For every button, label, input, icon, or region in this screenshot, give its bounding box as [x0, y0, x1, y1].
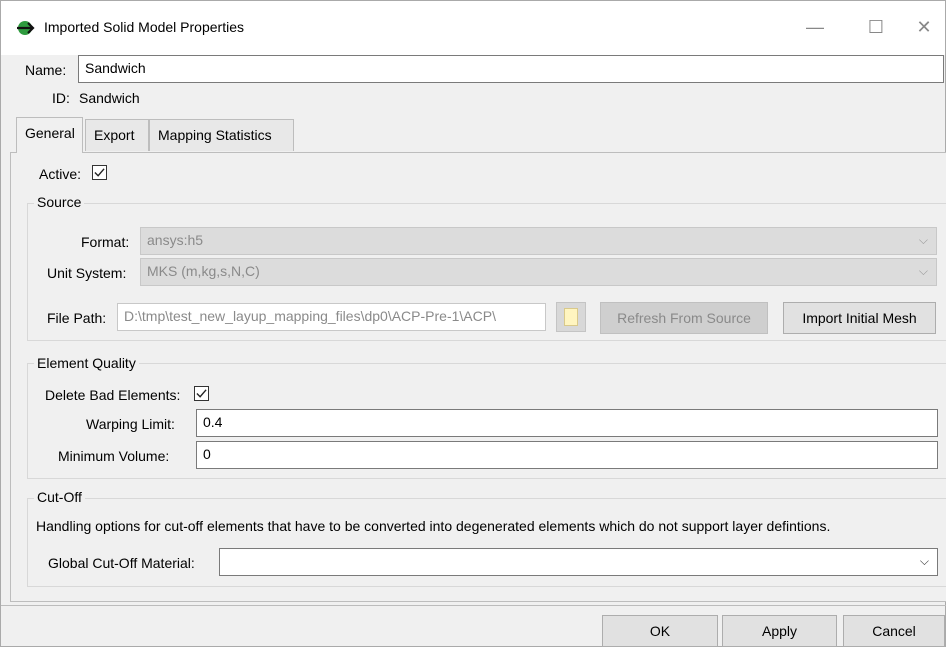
format-dropdown[interactable]: ansys:h5 ⌵: [140, 227, 937, 255]
cutoff-description: Handling options for cut-off elements th…: [36, 518, 831, 534]
maximize-icon: ☐: [867, 16, 885, 37]
close-icon: ✕: [916, 16, 932, 37]
chevron-down-icon: ⌵: [919, 554, 929, 568]
element-quality-group-title: Element Quality: [34, 355, 139, 371]
name-input-value: Sandwich: [85, 60, 146, 76]
chevron-down-icon: ⌵: [918, 264, 928, 278]
file-path-input[interactable]: D:\tmp\test_new_layup_mapping_files\dp0\…: [117, 303, 546, 331]
delete-bad-elements-label: Delete Bad Elements:: [45, 387, 181, 403]
warping-limit-input[interactable]: 0.4: [196, 409, 938, 437]
window-title: Imported Solid Model Properties: [44, 19, 244, 35]
file-path-value: D:\tmp\test_new_layup_mapping_files\dp0\…: [124, 308, 496, 324]
unit-system-label: Unit System:: [47, 265, 127, 281]
format-value: ansys:h5: [147, 232, 204, 248]
footer-divider: [1, 605, 946, 606]
ok-label: OK: [649, 623, 671, 639]
cancel-label: Cancel: [872, 623, 916, 639]
folder-icon: [564, 308, 578, 326]
name-label: Name:: [25, 62, 67, 78]
refresh-from-source-label: Refresh From Source: [617, 310, 751, 326]
apply-label: Apply: [761, 623, 798, 639]
import-initial-mesh-button[interactable]: Import Initial Mesh: [783, 302, 936, 334]
checkmark-icon: [196, 389, 207, 398]
unit-system-value: MKS (m,kg,s,N,C): [147, 263, 260, 279]
minimize-button[interactable]: —: [792, 9, 838, 45]
close-button[interactable]: ✕: [901, 9, 946, 45]
global-cutoff-material-label: Global Cut-Off Material:: [48, 555, 195, 571]
active-checkbox[interactable]: [92, 165, 107, 180]
minimum-volume-input[interactable]: 0: [196, 441, 938, 469]
app-icon: [17, 21, 35, 35]
refresh-from-source-button[interactable]: Refresh From Source: [600, 302, 768, 334]
cancel-button[interactable]: Cancel: [843, 615, 945, 647]
cutoff-group-title: Cut-Off: [34, 489, 85, 505]
ok-button[interactable]: OK: [602, 615, 718, 647]
import-initial-mesh-label: Import Initial Mesh: [802, 310, 917, 326]
tab-general[interactable]: General: [16, 117, 83, 153]
maximize-button[interactable]: ☐: [853, 9, 899, 45]
tab-export[interactable]: Export: [85, 119, 149, 151]
apply-button[interactable]: Apply: [722, 615, 837, 647]
id-value: Sandwich: [79, 90, 140, 106]
tab-export-label: Export: [94, 127, 135, 143]
minimize-icon: —: [806, 16, 824, 37]
source-group-title: Source: [34, 194, 85, 210]
minimum-volume-value: 0: [203, 446, 211, 462]
file-path-label: File Path:: [47, 310, 107, 326]
tab-mapping-statistics[interactable]: Mapping Statistics: [149, 119, 294, 151]
browse-folder-button[interactable]: [556, 302, 586, 332]
format-label: Format:: [81, 234, 130, 250]
global-cutoff-material-dropdown[interactable]: ⌵: [219, 548, 938, 576]
tab-mapping-statistics-label: Mapping Statistics: [158, 127, 272, 143]
warping-limit-value: 0.4: [203, 414, 223, 430]
name-input[interactable]: Sandwich: [78, 55, 944, 83]
unit-system-dropdown[interactable]: MKS (m,kg,s,N,C) ⌵: [140, 258, 937, 286]
dialog-window: Imported Solid Model Properties — ☐ ✕ Na…: [0, 0, 946, 647]
id-label: ID:: [52, 90, 70, 106]
minimum-volume-label: Minimum Volume:: [58, 448, 170, 464]
active-label: Active:: [39, 166, 82, 182]
warping-limit-label: Warping Limit:: [86, 416, 175, 432]
chevron-down-icon: ⌵: [918, 233, 928, 247]
delete-bad-elements-checkbox[interactable]: [194, 386, 209, 401]
tab-general-label: General: [25, 125, 75, 141]
title-bar: Imported Solid Model Properties — ☐ ✕: [1, 1, 945, 55]
checkmark-icon: [94, 168, 105, 177]
